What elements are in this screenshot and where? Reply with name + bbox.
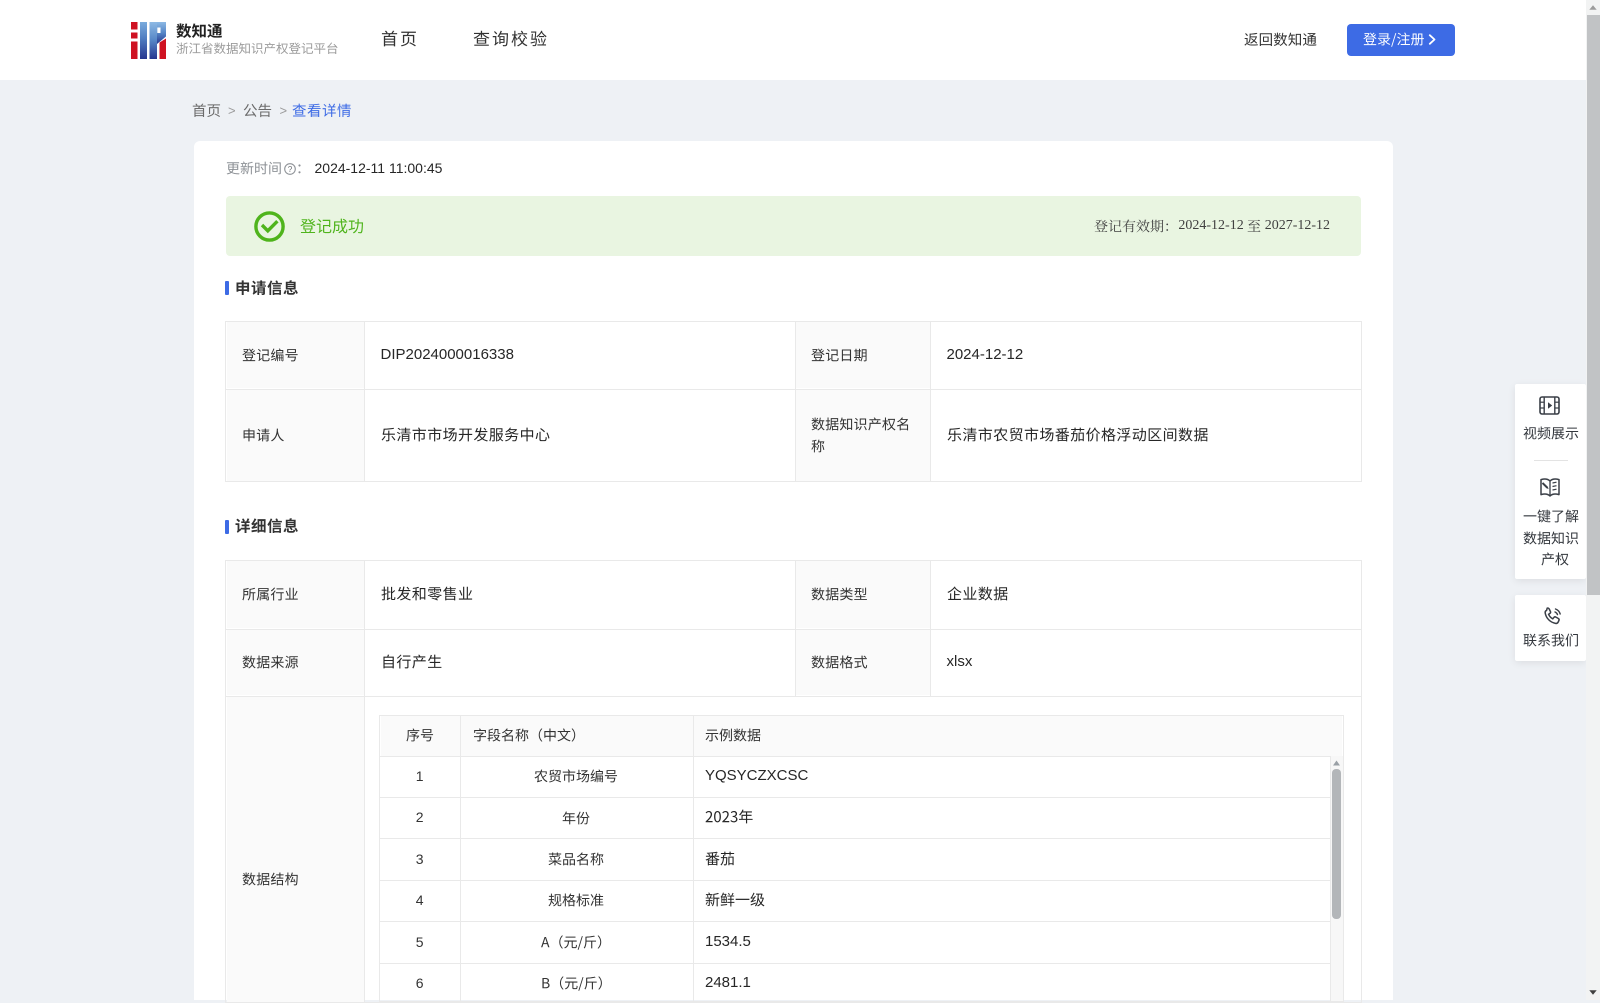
svg-text:?: ?	[287, 165, 292, 174]
